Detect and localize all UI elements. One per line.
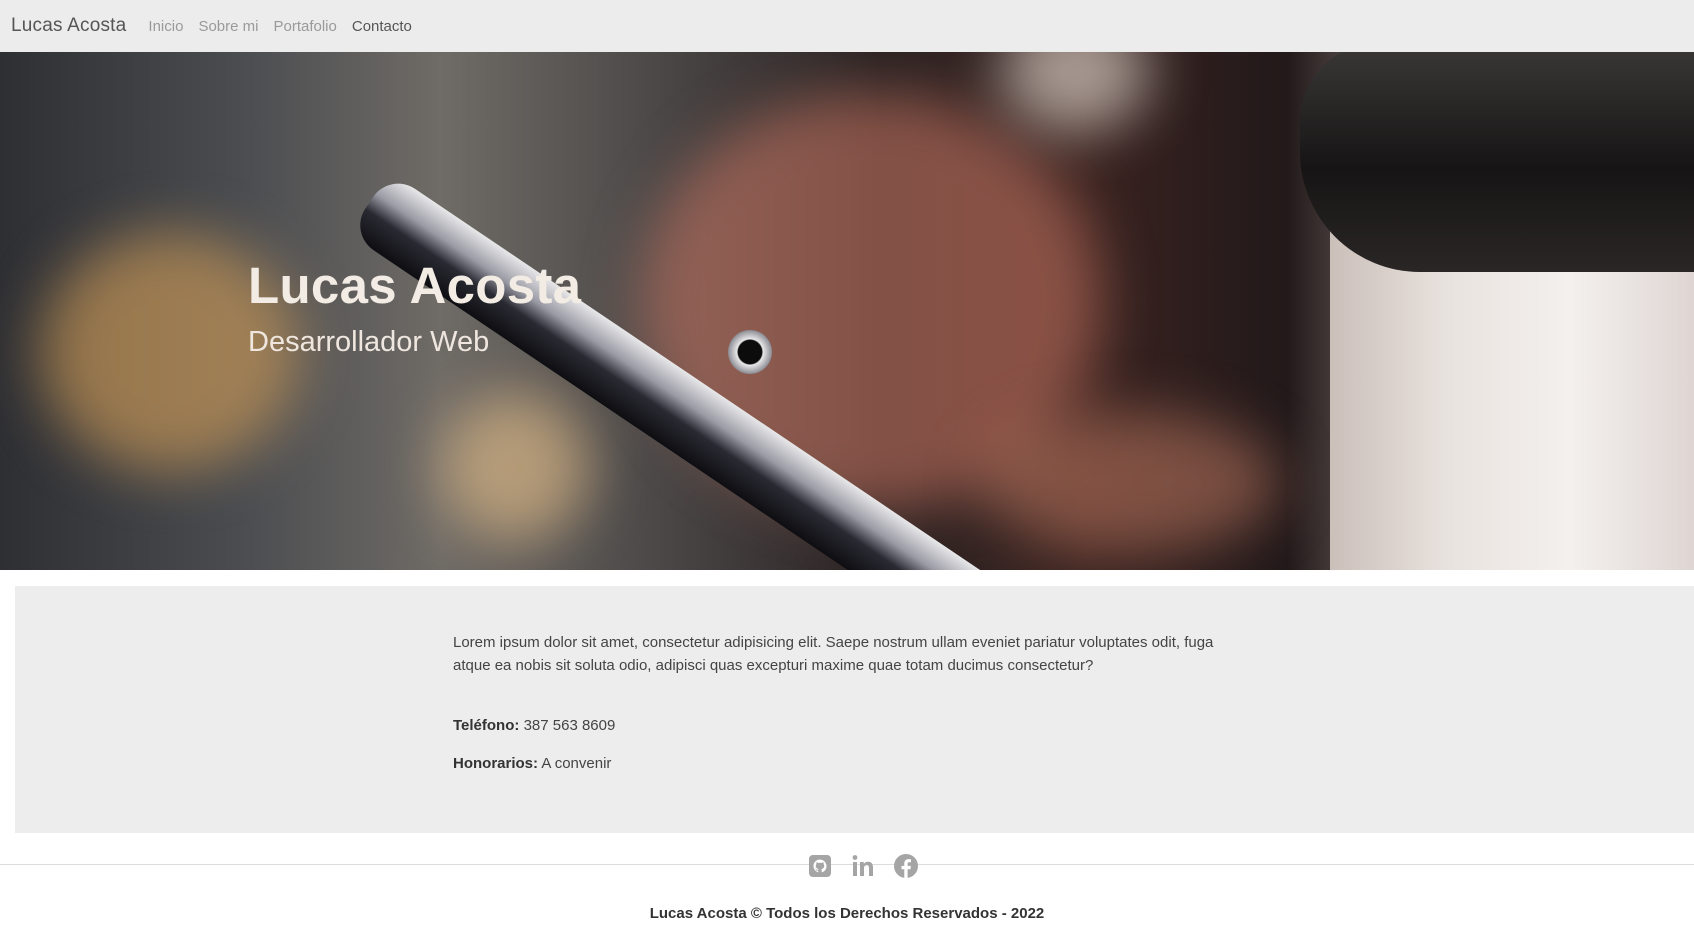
github-icon[interactable] [806, 852, 834, 880]
facebook-icon[interactable] [892, 852, 920, 880]
contact-section: Lorem ipsum dolor sit amet, consectetur … [15, 586, 1694, 833]
hero-hand-blur [980, 412, 1280, 552]
hero-headphone-jack [728, 330, 772, 374]
hero-title: Lucas Acosta [248, 257, 582, 314]
linkedin-icon[interactable] [849, 852, 877, 880]
phone-label: Teléfono: [453, 717, 520, 734]
hero-banner: Lucas Acosta Desarrollador Web [0, 52, 1694, 570]
hero-highlight [1000, 52, 1150, 132]
fees-label: Honorarios: [453, 755, 539, 772]
nav-link-contacto[interactable]: Contacto [352, 18, 412, 35]
hero-coffee-cup-lid [1300, 52, 1694, 272]
nav-link-inicio[interactable]: Inicio [148, 18, 183, 35]
nav-link-portafolio[interactable]: Portafolio [273, 18, 336, 35]
top-navbar: Lucas Acosta Inicio Sobre mi Portafolio … [0, 0, 1694, 52]
contact-description: Lorem ipsum dolor sit amet, consectetur … [453, 634, 1214, 674]
nav-link-sobre-mi[interactable]: Sobre mi [198, 18, 258, 35]
contact-info: Lorem ipsum dolor sit amet, consectetur … [453, 631, 1253, 790]
social-links [806, 852, 920, 880]
hero-subtitle: Desarrollador Web [248, 326, 490, 358]
footer-copyright: Lucas Acosta © Todos los Derechos Reserv… [649, 905, 1045, 922]
navbar-brand[interactable]: Lucas Acosta [11, 15, 126, 37]
hero-bokeh-light [440, 392, 590, 542]
phone-value: 387 563 8609 [523, 717, 616, 734]
fees-line: Honorarios: A convenir [453, 752, 1253, 775]
fees-value: A convenir [541, 755, 612, 772]
phone-line: Teléfono: 387 563 8609 [453, 714, 1253, 737]
